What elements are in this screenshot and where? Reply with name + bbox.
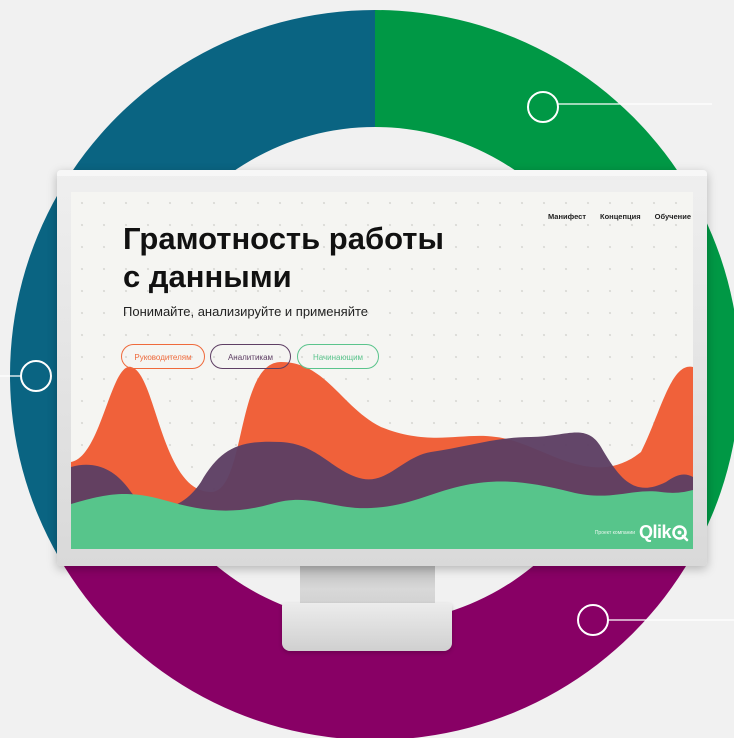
footer-note: Проект компании [594, 529, 635, 536]
nav-manifest-link[interactable]: Манифест [548, 212, 586, 221]
analysts-button[interactable]: Аналитикам [210, 344, 291, 369]
hero-title: Грамотность работы с данными [123, 220, 523, 296]
qlik-q-icon [672, 524, 689, 541]
monitor-frame: Манифест Концепция Обучение Грамотность … [57, 170, 707, 566]
footer-branding: Проект компании Qlik [595, 522, 689, 543]
monitor-bezel-top [57, 170, 707, 176]
hero-subtitle: Понимайте, анализируйте и применяйте [123, 304, 369, 319]
qlik-logo[interactable]: Qlik [639, 522, 689, 543]
hero-title-line-2: с данными [123, 259, 292, 294]
callout-left [0, 360, 52, 392]
nav-learning-link[interactable]: Обучение [655, 212, 691, 221]
callout-circle-icon [527, 91, 559, 123]
hero-title-line-1: Грамотность работы [123, 221, 444, 256]
top-nav: Манифест Концепция Обучение [548, 212, 691, 221]
callout-bottom-right [577, 604, 734, 636]
qlik-logo-text: Qlik [638, 522, 672, 542]
monitor-stand-base [282, 603, 452, 651]
nav-concept-link[interactable]: Концепция [600, 212, 641, 221]
callout-circle-icon [577, 604, 609, 636]
callout-circle-icon [20, 360, 52, 392]
callout-top-right [527, 91, 712, 123]
beginners-button[interactable]: Начинающим [297, 344, 379, 369]
website-screen: Манифест Концепция Обучение Грамотность … [71, 192, 693, 549]
leaders-button[interactable]: Руководителям [121, 344, 205, 369]
